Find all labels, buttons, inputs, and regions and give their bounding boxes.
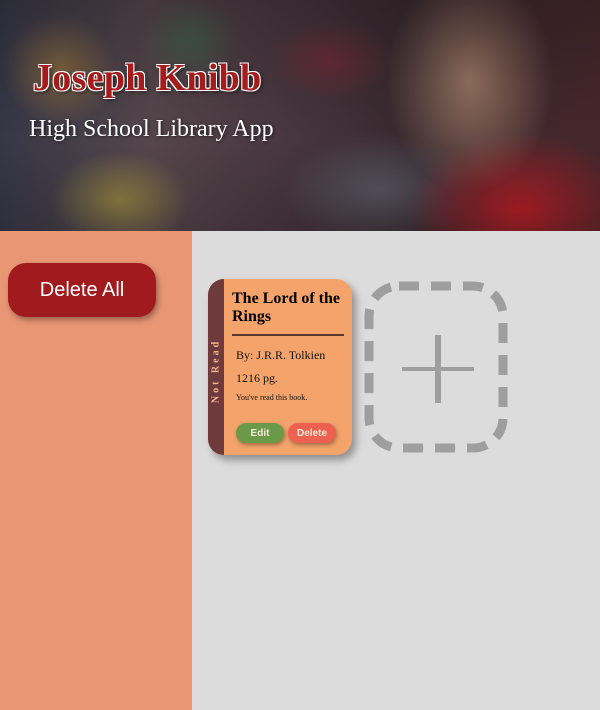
delete-all-button[interactable]: Delete All bbox=[8, 263, 156, 317]
book-pages: 1216 pg. bbox=[236, 371, 278, 385]
app-subtitle: High School Library App bbox=[29, 116, 274, 142]
sidebar: Delete All bbox=[0, 231, 192, 710]
book-grid: Not Read The Lord of the Rings By: J.R.R… bbox=[192, 231, 600, 710]
book-title: The Lord of the Rings bbox=[232, 290, 340, 325]
app-title: Joseph Knibb bbox=[33, 57, 262, 99]
book-card: Not Read The Lord of the Rings By: J.R.R… bbox=[208, 279, 352, 455]
title-divider bbox=[232, 334, 344, 336]
add-book-card[interactable] bbox=[364, 281, 508, 453]
header-banner: Joseph Knibb High School Library App bbox=[0, 0, 600, 231]
read-status-label: Not Read bbox=[210, 338, 222, 404]
read-status-strip[interactable]: Not Read bbox=[208, 279, 224, 455]
book-read-note: You've read this book. bbox=[236, 393, 308, 402]
book-author: By: J.R.R. Tolkien bbox=[236, 348, 326, 362]
edit-book-button[interactable]: Edit bbox=[236, 423, 284, 443]
plus-icon bbox=[364, 281, 508, 453]
delete-book-button[interactable]: Delete bbox=[288, 423, 336, 443]
